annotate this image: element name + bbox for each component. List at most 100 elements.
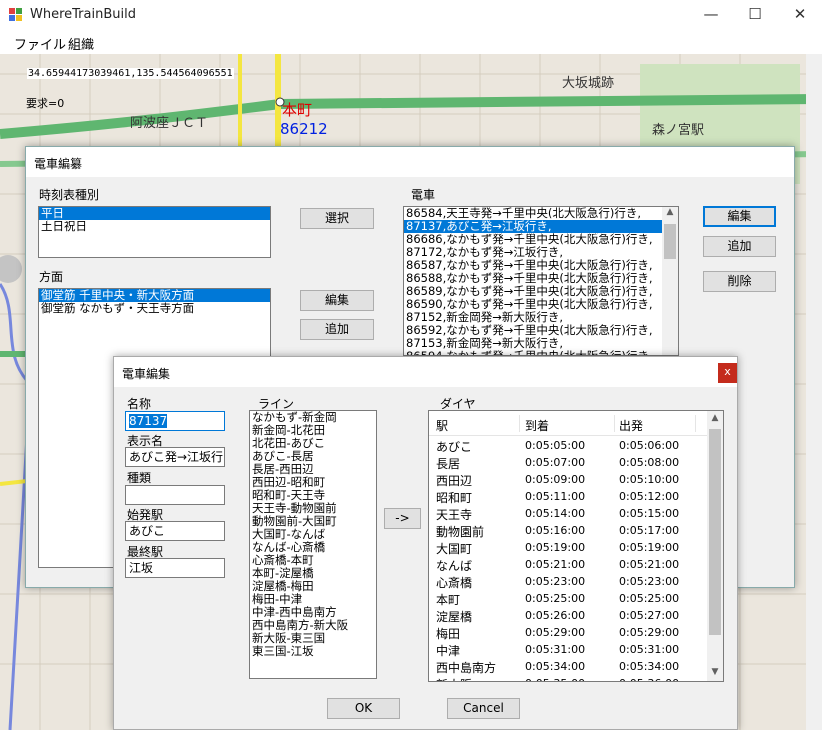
diagram-cell-arrival: 0:05:26:00: [525, 609, 586, 622]
train-delete-button[interactable]: 削除: [703, 271, 776, 292]
diagram-cell-station: 新大阪: [436, 676, 472, 681]
timetable-type-label: 時刻表種別: [39, 188, 100, 202]
diagram-cell-arrival: 0:05:07:00: [525, 456, 586, 469]
diagram-cell-arrival: 0:05:21:00: [525, 558, 586, 571]
diagram-row[interactable]: なんば 0:05:21:00 0:05:21:00: [429, 556, 707, 573]
direction-add-button[interactable]: 追加: [300, 319, 374, 340]
kind-field[interactable]: [125, 485, 225, 505]
menu-bar: ファイル 組織: [0, 30, 822, 54]
terminal-field[interactable]: 江坂: [125, 558, 225, 578]
diagram-cell-departure: 0:05:10:00: [619, 473, 680, 486]
diagram-header: 駅 到着 出発: [429, 411, 707, 436]
cancel-button[interactable]: Cancel: [447, 698, 520, 719]
diagram-cell-departure: 0:05:36:00: [619, 677, 679, 681]
timetable-type-item[interactable]: 土日祝日: [39, 220, 270, 233]
diagram-row[interactable]: 中津 0:05:31:00 0:05:31:00: [429, 641, 707, 658]
direction-edit-button[interactable]: 編集: [300, 290, 374, 311]
direction-item[interactable]: 御堂筋 なかもず・天王寺方面: [39, 302, 270, 315]
menu-organization[interactable]: 組織: [68, 34, 94, 53]
diagram-row[interactable]: 大国町 0:05:19:00 0:05:19:00: [429, 539, 707, 556]
diagram-cell-arrival: 0:05:16:00: [525, 524, 586, 537]
header-departure: 出発: [619, 419, 644, 433]
origin-field[interactable]: あびこ: [125, 521, 225, 541]
scroll-up-arrow-icon[interactable]: ▲: [662, 207, 678, 217]
diagram-row[interactable]: 西中島南方 0:05:34:00 0:05:34:00: [429, 658, 707, 675]
diagram-row[interactable]: 西田辺 0:05:09:00 0:05:10:00: [429, 471, 707, 488]
diagram-cell-departure: 0:05:08:00: [619, 456, 680, 469]
kind-label: 種類: [127, 471, 152, 485]
diagram-row[interactable]: 梅田 0:05:29:00 0:05:29:00: [429, 624, 707, 641]
diagram-row[interactable]: 淀屋橋 0:05:26:00 0:05:27:00: [429, 607, 707, 624]
diagram-scroll-thumb[interactable]: [709, 429, 721, 635]
diagram-cell-departure: 0:05:21:00: [619, 558, 680, 571]
app-icon: [9, 8, 23, 22]
diagram-row[interactable]: 長居 0:05:07:00 0:05:08:00: [429, 454, 707, 471]
diagram-cell-departure: 0:05:34:00: [619, 660, 680, 673]
trains-label: 電車: [411, 188, 436, 202]
name-field[interactable]: 87137: [125, 411, 225, 431]
diagram-scrollbar[interactable]: ▲ ▼: [707, 411, 723, 681]
diagram-cell-station: 梅田: [436, 627, 461, 641]
diagram-cell-departure: 0:05:15:00: [619, 507, 680, 520]
main-window: WhereTrainBuild — ☐ ✕ ファイル 組織 大坂城跡 阿波座ＪＣ…: [0, 0, 822, 730]
diagram-cell-station: 動物園前: [436, 525, 485, 539]
diagram-cell-arrival: 0:05:35:00: [525, 677, 585, 681]
window-title: WhereTrainBuild: [30, 7, 136, 22]
display-name-field[interactable]: あびこ発→江坂行き: [125, 447, 225, 467]
line-item[interactable]: 東三国-江坂: [250, 645, 376, 658]
minimize-button[interactable]: —: [688, 0, 734, 30]
diagram-cell-arrival: 0:05:29:00: [525, 626, 586, 639]
dialog-close-icon[interactable]: x: [718, 363, 737, 383]
diagram-cell-departure: 0:05:25:00: [619, 592, 680, 605]
main-scrollbar[interactable]: [806, 54, 822, 730]
diagram-row[interactable]: 新大阪 0:05:35:00 0:05:36:00: [429, 675, 707, 681]
select-button[interactable]: 選択: [300, 208, 374, 229]
diagram-row[interactable]: 本町 0:05:25:00 0:05:25:00: [429, 590, 707, 607]
train-add-button[interactable]: 追加: [703, 236, 776, 257]
station-number-marker: 86212: [280, 120, 328, 138]
train-list-scrollbar[interactable]: ▲: [662, 207, 678, 355]
diagram-cell-arrival: 0:05:09:00: [525, 473, 586, 486]
diagram-cell-station: あびこ: [436, 440, 473, 454]
add-line-arrow-button[interactable]: ->: [384, 508, 421, 529]
maximize-button[interactable]: ☐: [732, 0, 778, 30]
diagram-cell-arrival: 0:05:11:00: [525, 490, 586, 503]
line-list[interactable]: なかもず-新金岡 新金岡-北花田 北花田-あびこ あびこ-長居 長居-西田辺 西田辺-昭和…: [249, 410, 377, 679]
coordinate-readout: 34.65944173039461,135.544564096551: [27, 68, 234, 79]
diagram-cell-departure: 0:05:29:00: [619, 626, 680, 639]
diagram-cell-arrival: 0:05:31:00: [525, 643, 586, 656]
diagram-cell-departure: 0:05:17:00: [619, 524, 680, 537]
diagram-row[interactable]: 心斎橋 0:05:23:00 0:05:23:00: [429, 573, 707, 590]
scroll-up-arrow-icon[interactable]: ▲: [707, 413, 723, 423]
diagram-cell-station: 中津: [436, 644, 461, 658]
diagram-row[interactable]: 動物園前 0:05:16:00 0:05:17:00: [429, 522, 707, 539]
diagram-cell-arrival: 0:05:19:00: [525, 541, 586, 554]
diagram-cell-station: 本町: [436, 593, 461, 607]
map-label-awaza-jct: 阿波座ＪＣＴ: [130, 116, 209, 131]
diagram-grid[interactable]: 駅 到着 出発 あびこ 0:05:05:00 0:05:06:00 長居 0:05:07…: [428, 410, 724, 682]
train-list-scroll-thumb[interactable]: [664, 224, 676, 259]
timetable-type-list[interactable]: 平日 土日祝日: [38, 206, 271, 258]
header-station: 駅: [436, 419, 449, 433]
diagram-cell-departure: 0:05:06:00: [619, 439, 680, 452]
menu-file[interactable]: ファイル: [14, 34, 66, 53]
train-list[interactable]: 86584,天王寺発→千里中央(北大阪急行)行き, 87137,あびこ発→江坂行き…: [403, 206, 679, 356]
diagram-cell-station: 心斎橋: [436, 576, 473, 590]
close-button[interactable]: ✕: [777, 0, 822, 30]
map-label-morinomiya: 森ノ宮駅: [652, 123, 705, 138]
direction-label: 方面: [39, 270, 64, 284]
ok-button[interactable]: OK: [327, 698, 400, 719]
diagram-row[interactable]: 天王寺 0:05:14:00 0:05:15:00: [429, 505, 707, 522]
train-compile-dialog-title: 電車編纂: [34, 157, 83, 171]
diagram-row[interactable]: 昭和町 0:05:11:00 0:05:12:00: [429, 488, 707, 505]
map-label-osaka-castle: 大坂城跡: [562, 76, 615, 91]
diagram-cell-departure: 0:05:23:00: [619, 575, 680, 588]
train-edit-button[interactable]: 編集: [703, 206, 776, 227]
train-compile-dialog-titlebar: 電車編纂: [26, 147, 794, 177]
station-name-marker: 本町: [282, 101, 313, 119]
diagram-row[interactable]: あびこ 0:05:05:00 0:05:06:00: [429, 437, 707, 454]
diagram-cell-arrival: 0:05:34:00: [525, 660, 586, 673]
scroll-down-arrow-icon[interactable]: ▼: [707, 667, 723, 677]
request-count: 要求=0: [26, 97, 65, 110]
title-bar: WhereTrainBuild — ☐ ✕: [0, 0, 822, 30]
